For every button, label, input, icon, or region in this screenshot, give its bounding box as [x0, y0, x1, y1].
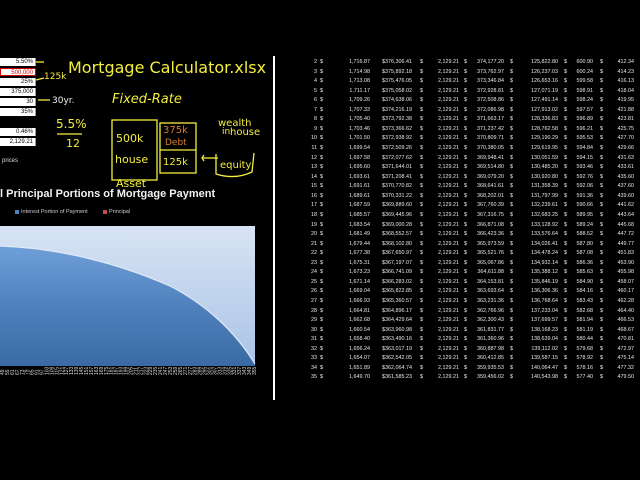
x-tick-label: 355 — [252, 366, 258, 375]
table-cell: $ — [464, 374, 467, 381]
legend-principal-swatch — [103, 209, 107, 214]
table-cell: $ — [320, 374, 323, 381]
annotation-debt: Debt — [165, 138, 187, 148]
annotation-wealth-house: house — [230, 127, 261, 138]
table-cell: 359,456.02 — [477, 374, 504, 381]
table-cell: 2,129.21 — [438, 374, 459, 381]
table-row: 35 $1,649.70 $361,585.23 $2,129.21 $359,456.… — [306, 372, 636, 383]
window-divider — [273, 56, 275, 400]
table-cell: 577.40 — [576, 374, 594, 381]
table-cell: $ — [510, 374, 513, 381]
annotation-equity: equity — [220, 160, 252, 171]
annotation-house: house — [115, 153, 149, 166]
annotation-500k: 500k — [116, 132, 144, 145]
legend-principal: Principal — [103, 209, 130, 215]
annotation-125k-box: 125k — [163, 157, 188, 168]
annotation-wealth-in: in — [222, 127, 231, 137]
legend-interest: Interest Portion of Payment — [15, 209, 88, 215]
legend-interest-swatch — [15, 209, 19, 214]
table-cell: $ — [600, 374, 603, 381]
payment-area-chart: 4955616773798591971031091151211271331391… — [0, 226, 258, 375]
table-cell: $ — [420, 374, 423, 381]
table-cell: 35 — [311, 374, 317, 381]
x-axis-labels: 4955616773798591971031091151211271331391… — [0, 366, 258, 375]
chart-title: l Principal Portions of Mortgage Payment — [0, 188, 216, 200]
table-cell: $361,585.23 — [382, 374, 412, 381]
annotation-375k: 375k — [163, 125, 188, 136]
table-cell: 1,649.70 — [349, 374, 370, 381]
table-cell: 140,543.98 — [531, 374, 558, 381]
table-cell: 479.50 — [617, 374, 635, 381]
table-cell: $ — [564, 374, 567, 381]
